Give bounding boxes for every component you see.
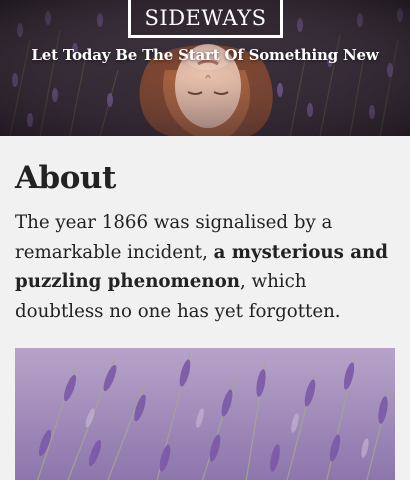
lavender-field-image [15,348,395,480]
main-content: About The year 1866 was signalised by a … [0,158,410,480]
site-header: SIDEWAYS Let Today Be The Start Of Somet… [0,0,410,136]
site-tagline: Let Today Be The Start Of Something New [31,46,379,64]
page-title: About [15,160,116,196]
site-title[interactable]: SIDEWAYS [145,8,267,29]
site-title-box[interactable]: SIDEWAYS [128,0,283,38]
intro-paragraph: The year 1866 was signalised by a remark… [15,208,395,326]
